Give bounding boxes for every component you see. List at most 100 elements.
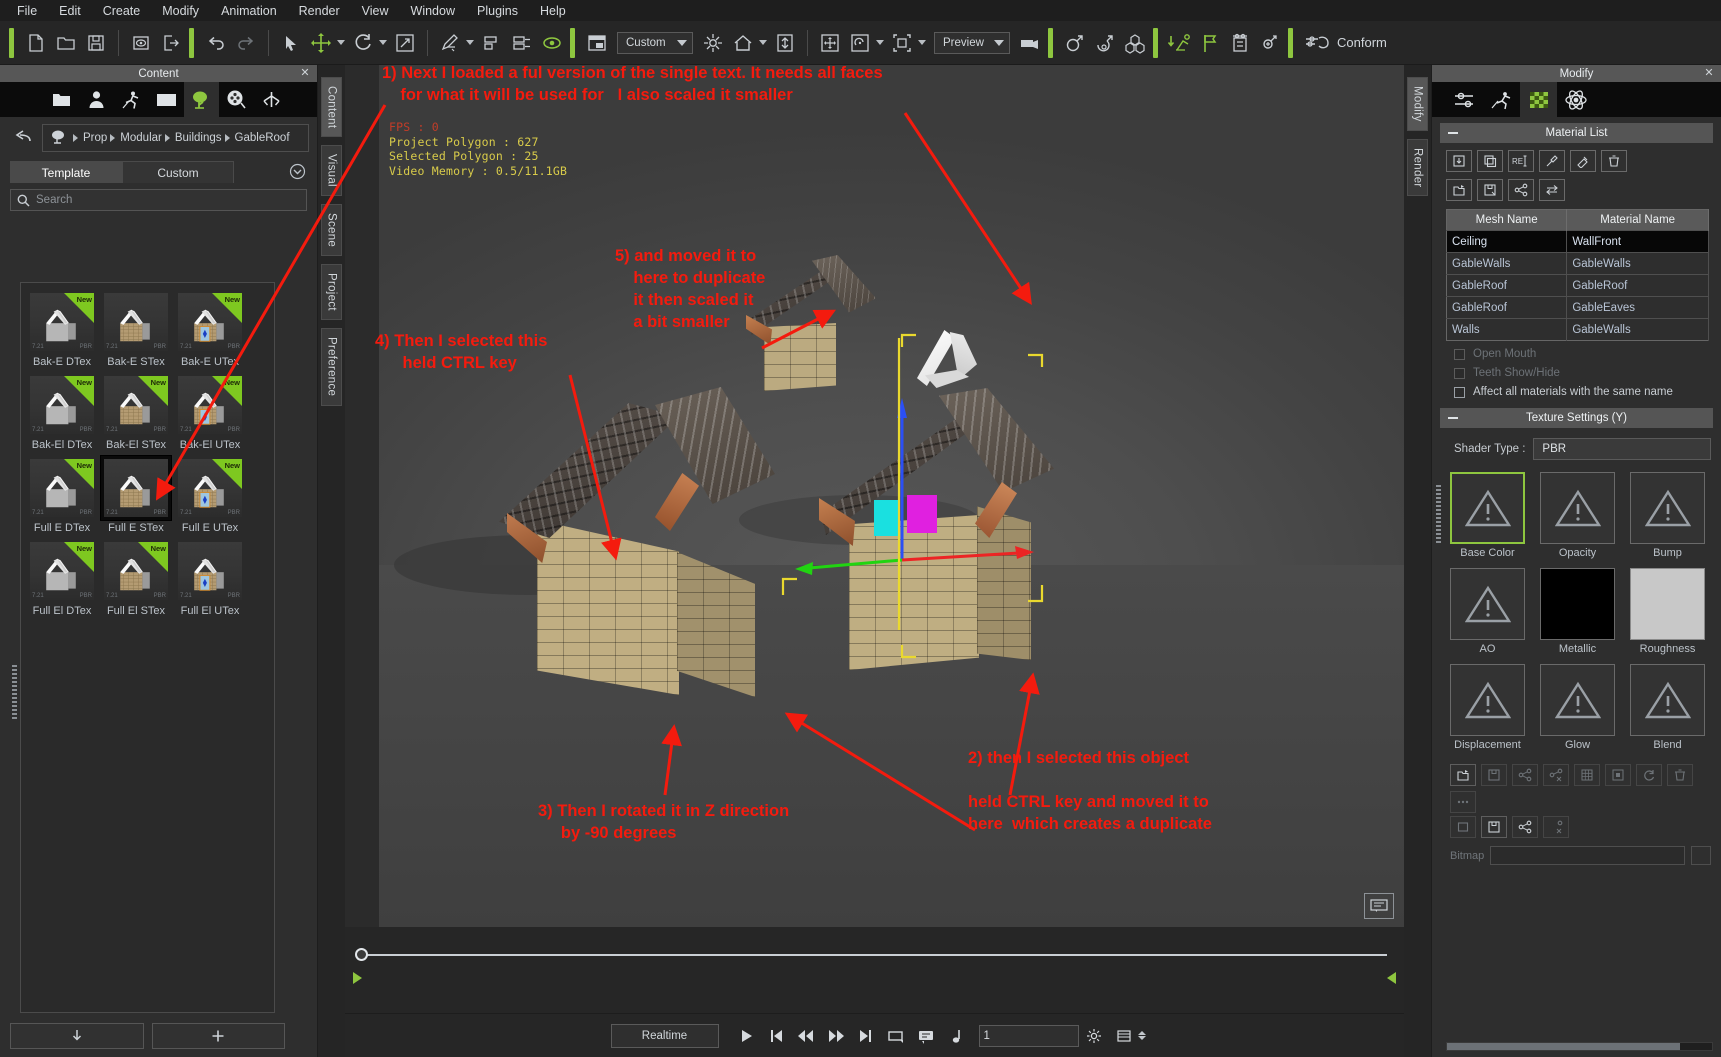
- flag-icon[interactable]: [1195, 28, 1225, 58]
- add-asset-button[interactable]: [151, 1023, 285, 1049]
- timeline-track-area[interactable]: [345, 927, 1404, 1013]
- asset-thumbnail[interactable]: New 7.21 PBR: [178, 293, 242, 351]
- tab-folder[interactable]: [44, 82, 79, 117]
- rewind-button[interactable]: [791, 1022, 821, 1050]
- tab-custom[interactable]: Custom: [122, 161, 234, 183]
- save-material-icon[interactable]: [1477, 179, 1503, 201]
- asset-thumbnail[interactable]: New 7.21 PBR: [30, 459, 94, 517]
- asset-grid[interactable]: New 7.21 PBR Bak-E DTex 7.21 PBR Bak-E S…: [20, 282, 275, 1013]
- conform-button[interactable]: Conform: [1300, 32, 1387, 54]
- mtab-physics[interactable]: [1557, 82, 1594, 117]
- asset-cell[interactable]: New 7.21 PBR Full El STex: [100, 538, 172, 617]
- menu-item-animation[interactable]: Animation: [210, 2, 288, 20]
- breadcrumb-item-buildings[interactable]: Buildings: [174, 132, 223, 144]
- asset-cell[interactable]: New 7.21 PBR Bak-El STex: [100, 372, 172, 451]
- import-motion-icon[interactable]: [1165, 28, 1195, 58]
- home-view-icon[interactable]: [728, 28, 758, 58]
- menu-item-edit[interactable]: Edit: [48, 2, 92, 20]
- shader-type-combo[interactable]: PBR: [1533, 438, 1711, 460]
- timeline-playhead[interactable]: [355, 948, 368, 961]
- viewport-comment-button[interactable]: [1364, 893, 1394, 919]
- redo-icon[interactable]: [231, 28, 261, 58]
- bounding-box-dropdown-caret[interactable]: [918, 40, 926, 45]
- spinner-down-icon[interactable]: [1137, 1036, 1146, 1040]
- align-distribute-icon[interactable]: [507, 28, 537, 58]
- modify-panel-resize-handle[interactable]: [1436, 485, 1441, 545]
- delete-texture-icon[interactable]: [1667, 764, 1693, 786]
- table-row[interactable]: GableRoof GableEaves: [1446, 296, 1709, 319]
- menu-item-file[interactable]: File: [6, 2, 48, 20]
- texture-settings-header[interactable]: Texture Settings (Y): [1440, 408, 1713, 428]
- share-texture-icon[interactable]: [1512, 764, 1538, 786]
- mtab-motion[interactable]: [1483, 82, 1520, 117]
- pencil-dropdown-caret[interactable]: [466, 40, 474, 45]
- asset-cell[interactable]: New 7.21 PBR Bak-El UTex: [174, 372, 246, 451]
- texture-slot[interactable]: Displacement: [1450, 664, 1525, 751]
- realtime-button[interactable]: Realtime: [610, 1023, 719, 1048]
- asset-thumbnail[interactable]: New 7.21 PBR: [178, 376, 242, 434]
- texture-tool-d-icon[interactable]: [1543, 816, 1569, 838]
- unshare-texture-icon[interactable]: [1543, 764, 1569, 786]
- modify-panel-hscroll-thumb[interactable]: [1447, 1043, 1681, 1050]
- asset-thumbnail[interactable]: 7.21 PBR: [104, 459, 168, 517]
- pick-material-icon[interactable]: [1539, 150, 1565, 172]
- texture-tool-c-icon[interactable]: [1512, 816, 1538, 838]
- share-material-icon[interactable]: [1508, 179, 1534, 201]
- jump-to-start-button[interactable]: [761, 1022, 791, 1050]
- select-cursor-icon[interactable]: [276, 28, 306, 58]
- affect-all-materials-checkbox[interactable]: [1454, 386, 1465, 398]
- texture-slot[interactable]: Glow: [1540, 664, 1615, 751]
- import-material-icon[interactable]: [1446, 179, 1472, 201]
- vtab-scene[interactable]: Scene: [321, 204, 342, 257]
- rotate-tool-icon[interactable]: [348, 28, 378, 58]
- breadcrumb-item-modular[interactable]: Modular: [119, 132, 163, 144]
- affect-all-materials-checkbox-row[interactable]: Affect all materials with the same name: [1432, 379, 1721, 398]
- frame-number-field[interactable]: [978, 1024, 1146, 1047]
- tab-effects[interactable]: [254, 82, 289, 117]
- pivot-rotate-icon[interactable]: [845, 28, 875, 58]
- breadcrumb-item-prop[interactable]: Prop: [82, 132, 108, 144]
- material-list-header[interactable]: Material List: [1440, 123, 1713, 143]
- menu-item-plugins[interactable]: Plugins: [466, 2, 529, 20]
- expand-icon[interactable]: [287, 161, 307, 181]
- audio-button[interactable]: [941, 1022, 971, 1050]
- texture-slot-thumb[interactable]: [1450, 472, 1525, 544]
- fast-forward-button[interactable]: [821, 1022, 851, 1050]
- close-icon-modify[interactable]: ✕: [1703, 67, 1715, 79]
- range-end-marker[interactable]: [1387, 972, 1396, 984]
- home-view-dropdown-caret[interactable]: [759, 40, 767, 45]
- collapse-icon-2[interactable]: [1448, 417, 1458, 419]
- range-start-marker[interactable]: [353, 972, 362, 984]
- asset-thumbnail[interactable]: New 7.21 PBR: [30, 542, 94, 600]
- move-tool-dropdown-caret[interactable]: [337, 40, 345, 45]
- paint-material-icon[interactable]: [1570, 150, 1596, 172]
- asset-thumbnail[interactable]: New 7.21 PBR: [30, 293, 94, 351]
- asset-cell[interactable]: New 7.21 PBR Bak-El DTex: [26, 372, 98, 451]
- reset-texture-icon[interactable]: [1636, 764, 1662, 786]
- mtab-material[interactable]: [1520, 82, 1557, 117]
- menu-item-modify[interactable]: Modify: [151, 2, 210, 20]
- play-button[interactable]: [731, 1022, 761, 1050]
- bounding-box-icon[interactable]: [887, 28, 917, 58]
- search-box[interactable]: [10, 189, 307, 211]
- texture-slot-thumb[interactable]: [1540, 664, 1615, 736]
- delete-material-icon[interactable]: [1601, 150, 1627, 172]
- asset-cell[interactable]: New 7.21 PBR Bak-E UTex: [174, 289, 246, 368]
- pivot-dropdown-caret[interactable]: [876, 40, 884, 45]
- menu-item-window[interactable]: Window: [400, 2, 466, 20]
- asset-cell[interactable]: 7.21 PBR Full El UTex: [174, 538, 246, 617]
- jump-to-end-button[interactable]: [851, 1022, 881, 1050]
- new-file-icon[interactable]: [21, 28, 51, 58]
- timeline-settings-button[interactable]: [1079, 1022, 1109, 1050]
- rotate-tool-dropdown-caret[interactable]: [379, 40, 387, 45]
- timeline-list-button[interactable]: [1109, 1022, 1139, 1050]
- load-texture-icon[interactable]: [1450, 764, 1476, 786]
- move-tool-icon[interactable]: [306, 28, 336, 58]
- frame-spinner[interactable]: [1137, 1031, 1146, 1040]
- loop-range-button[interactable]: [881, 1022, 911, 1050]
- menu-item-create[interactable]: Create: [92, 2, 152, 20]
- load-material-icon[interactable]: [1446, 150, 1472, 172]
- physics-soft-icon[interactable]: [1090, 28, 1120, 58]
- undo-icon[interactable]: [201, 28, 231, 58]
- asset-thumbnail[interactable]: New 7.21 PBR: [104, 376, 168, 434]
